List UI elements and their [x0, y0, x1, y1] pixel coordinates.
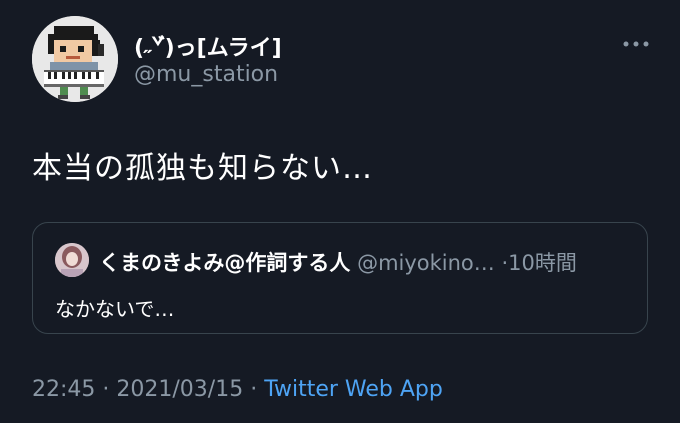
more-options-button[interactable]	[622, 36, 650, 52]
quoted-author-name[interactable]: くまのきよみ@作詞する人	[99, 251, 350, 275]
more-icon	[623, 41, 649, 47]
tweet-time[interactable]: 22:45	[32, 377, 95, 402]
quoted-tweet-time[interactable]: 10時間	[508, 251, 577, 275]
author-avatar[interactable]	[32, 16, 118, 102]
tweet-metadata: 22:45 · 2021/03/15 · Twitter Web App	[32, 377, 443, 402]
quoted-author-handle[interactable]: @miyokino…	[357, 251, 495, 275]
separator-dot: ·	[95, 377, 117, 402]
separator-dot: ·	[243, 377, 265, 402]
avatar-icon	[55, 243, 89, 277]
tweet-source-link[interactable]: Twitter Web App	[264, 377, 443, 402]
author-handle[interactable]: @mu_station	[134, 62, 278, 87]
quoted-author-avatar[interactable]	[55, 243, 89, 277]
quoted-tweet[interactable]: くまのきよみ@作詞する人 @miyokino… ·10時間 なかないで…	[32, 222, 648, 334]
quoted-tweet-text: なかないで…	[55, 297, 175, 321]
quoted-tweet-header: くまのきよみ@作詞する人 @miyokino… ·10時間	[99, 247, 577, 277]
tweet-card: (˶ˇ゙)っ[ムライ] @mu_station 本当の孤独も知らない… くまのき…	[0, 0, 680, 423]
author-display-name[interactable]: (˶ˇ゙)っ[ムライ]	[134, 30, 282, 62]
tweet-date[interactable]: 2021/03/15	[116, 377, 243, 402]
pixel-art-avatar-icon	[32, 16, 118, 102]
tweet-text: 本当の孤独も知らない…	[32, 151, 373, 186]
